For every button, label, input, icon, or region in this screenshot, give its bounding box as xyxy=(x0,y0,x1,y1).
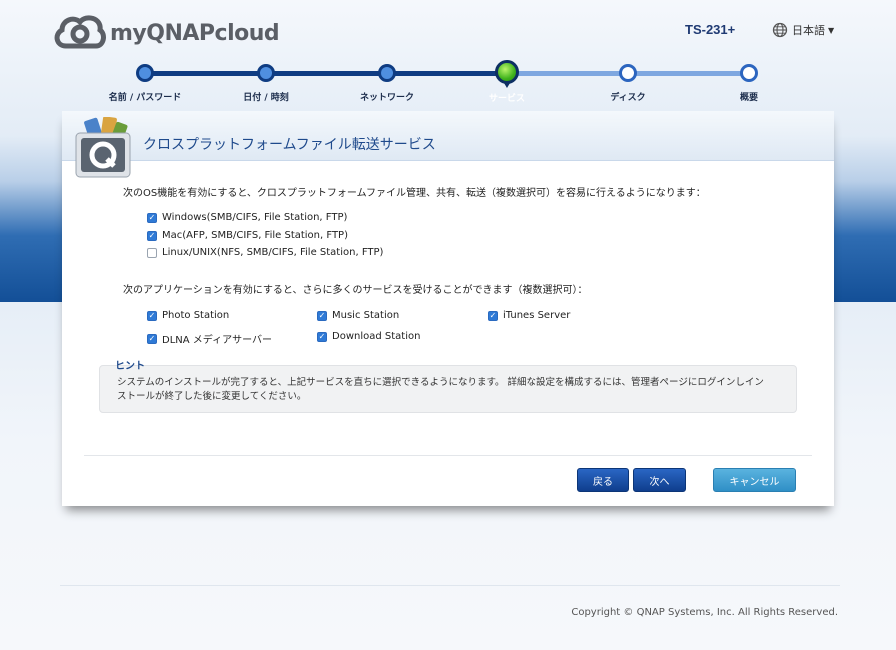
photo-station-checkbox-row[interactable]: Photo Station xyxy=(147,310,229,321)
wizard-stepper: 名前 / パスワード 日付 / 時刻 ネットワーク サービス ディスク 概要 xyxy=(0,60,896,110)
qnap-services-icon xyxy=(75,117,131,178)
language-selector[interactable]: 日本語 ▼ xyxy=(772,22,834,38)
hint-text-line2: ストールが終了した後に変更してください。 xyxy=(117,391,307,402)
hint-box: システムのインストールが完了すると、上記サービスを直ちに選択できるようになります… xyxy=(99,365,797,413)
music-station-label: Music Station xyxy=(332,310,400,321)
divider xyxy=(84,455,812,456)
mac-label: Mac(AFP, SMB/CIFS, File Station, FTP) xyxy=(162,230,348,241)
download-station-checkbox-row[interactable]: Download Station xyxy=(317,331,420,342)
step-dot xyxy=(378,64,396,82)
music-station-checkbox-row[interactable]: Music Station xyxy=(317,310,399,321)
mac-checkbox[interactable] xyxy=(147,230,157,241)
step-name-password: 名前 / パスワード xyxy=(85,60,205,103)
windows-label: Windows(SMB/CIFS, File Station, FTP) xyxy=(162,212,348,223)
step-dot-current xyxy=(495,60,519,88)
step-date-time: 日付 / 時刻 xyxy=(206,60,326,103)
music-station-checkbox[interactable] xyxy=(317,310,327,321)
cancel-button[interactable]: キャンセル xyxy=(713,468,796,492)
copyright-text: Copyright © QNAP Systems, Inc. All Right… xyxy=(571,607,838,618)
step-label: 日付 / 時刻 xyxy=(243,93,289,103)
logo-text: myQNAPcloud xyxy=(110,20,280,46)
step-label: 名前 / パスワード xyxy=(108,93,182,103)
language-label: 日本語 xyxy=(792,24,825,37)
os-intro-text: 次のOS機能を有効にすると、クロスプラットフォームファイル管理、共有、転送（複数… xyxy=(123,188,706,199)
photo-station-label: Photo Station xyxy=(162,310,230,321)
hint-title: ヒント xyxy=(115,361,145,372)
itunes-server-checkbox-row[interactable]: iTunes Server xyxy=(488,310,570,321)
device-model: TS-231+ xyxy=(685,22,736,37)
itunes-server-checkbox[interactable] xyxy=(488,310,498,321)
next-button[interactable]: 次へ xyxy=(633,468,686,492)
dlna-label: DLNA メディアサーバー xyxy=(162,335,272,346)
step-services: サービス xyxy=(447,60,567,104)
mac-checkbox-row[interactable]: Mac(AFP, SMB/CIFS, File Station, FTP) xyxy=(147,230,348,241)
step-disk: ディスク xyxy=(568,60,688,103)
hint-text-line1: システムのインストールが完了すると、上記サービスを直ちに選択できるようになります… xyxy=(117,377,764,388)
step-label: 概要 xyxy=(739,93,758,103)
step-label: サービス xyxy=(488,94,525,104)
photo-station-checkbox[interactable] xyxy=(147,310,157,321)
globe-icon xyxy=(772,22,788,38)
windows-checkbox[interactable] xyxy=(147,212,157,223)
step-dot xyxy=(740,64,758,82)
step-network: ネットワーク xyxy=(327,60,447,103)
cloud-logo-icon xyxy=(54,15,106,49)
linux-label: Linux/UNIX(NFS, SMB/CIFS, File Station, … xyxy=(162,247,384,258)
dlna-checkbox-row[interactable]: DLNA メディアサーバー xyxy=(147,331,272,346)
step-label: ネットワーク xyxy=(359,93,414,103)
step-label: ディスク xyxy=(610,93,646,103)
download-station-checkbox[interactable] xyxy=(317,331,327,342)
logo: myQNAPcloud xyxy=(52,12,280,52)
download-station-label: Download Station xyxy=(332,331,421,342)
step-dot xyxy=(619,64,637,82)
wizard-panel: クロスプラットフォームファイル転送サービス 次のOS機能を有効にすると、クロスプ… xyxy=(62,111,834,506)
chevron-down-icon: ▼ xyxy=(828,25,835,35)
step-dot xyxy=(257,64,275,82)
itunes-server-label: iTunes Server xyxy=(503,310,571,321)
linux-checkbox[interactable] xyxy=(147,247,157,258)
app-intro-text: 次のアプリケーションを有効にすると、さらに多くのサービスを受けることができます（… xyxy=(123,285,588,296)
step-dot xyxy=(136,64,154,82)
dlna-checkbox[interactable] xyxy=(147,333,157,344)
back-button[interactable]: 戻る xyxy=(577,468,629,492)
linux-checkbox-row[interactable]: Linux/UNIX(NFS, SMB/CIFS, File Station, … xyxy=(147,247,383,258)
page-title: クロスプラットフォームファイル転送サービス xyxy=(143,137,436,153)
step-summary: 概要 xyxy=(689,60,809,103)
windows-checkbox-row[interactable]: Windows(SMB/CIFS, File Station, FTP) xyxy=(147,212,347,223)
footer-divider xyxy=(60,585,840,586)
